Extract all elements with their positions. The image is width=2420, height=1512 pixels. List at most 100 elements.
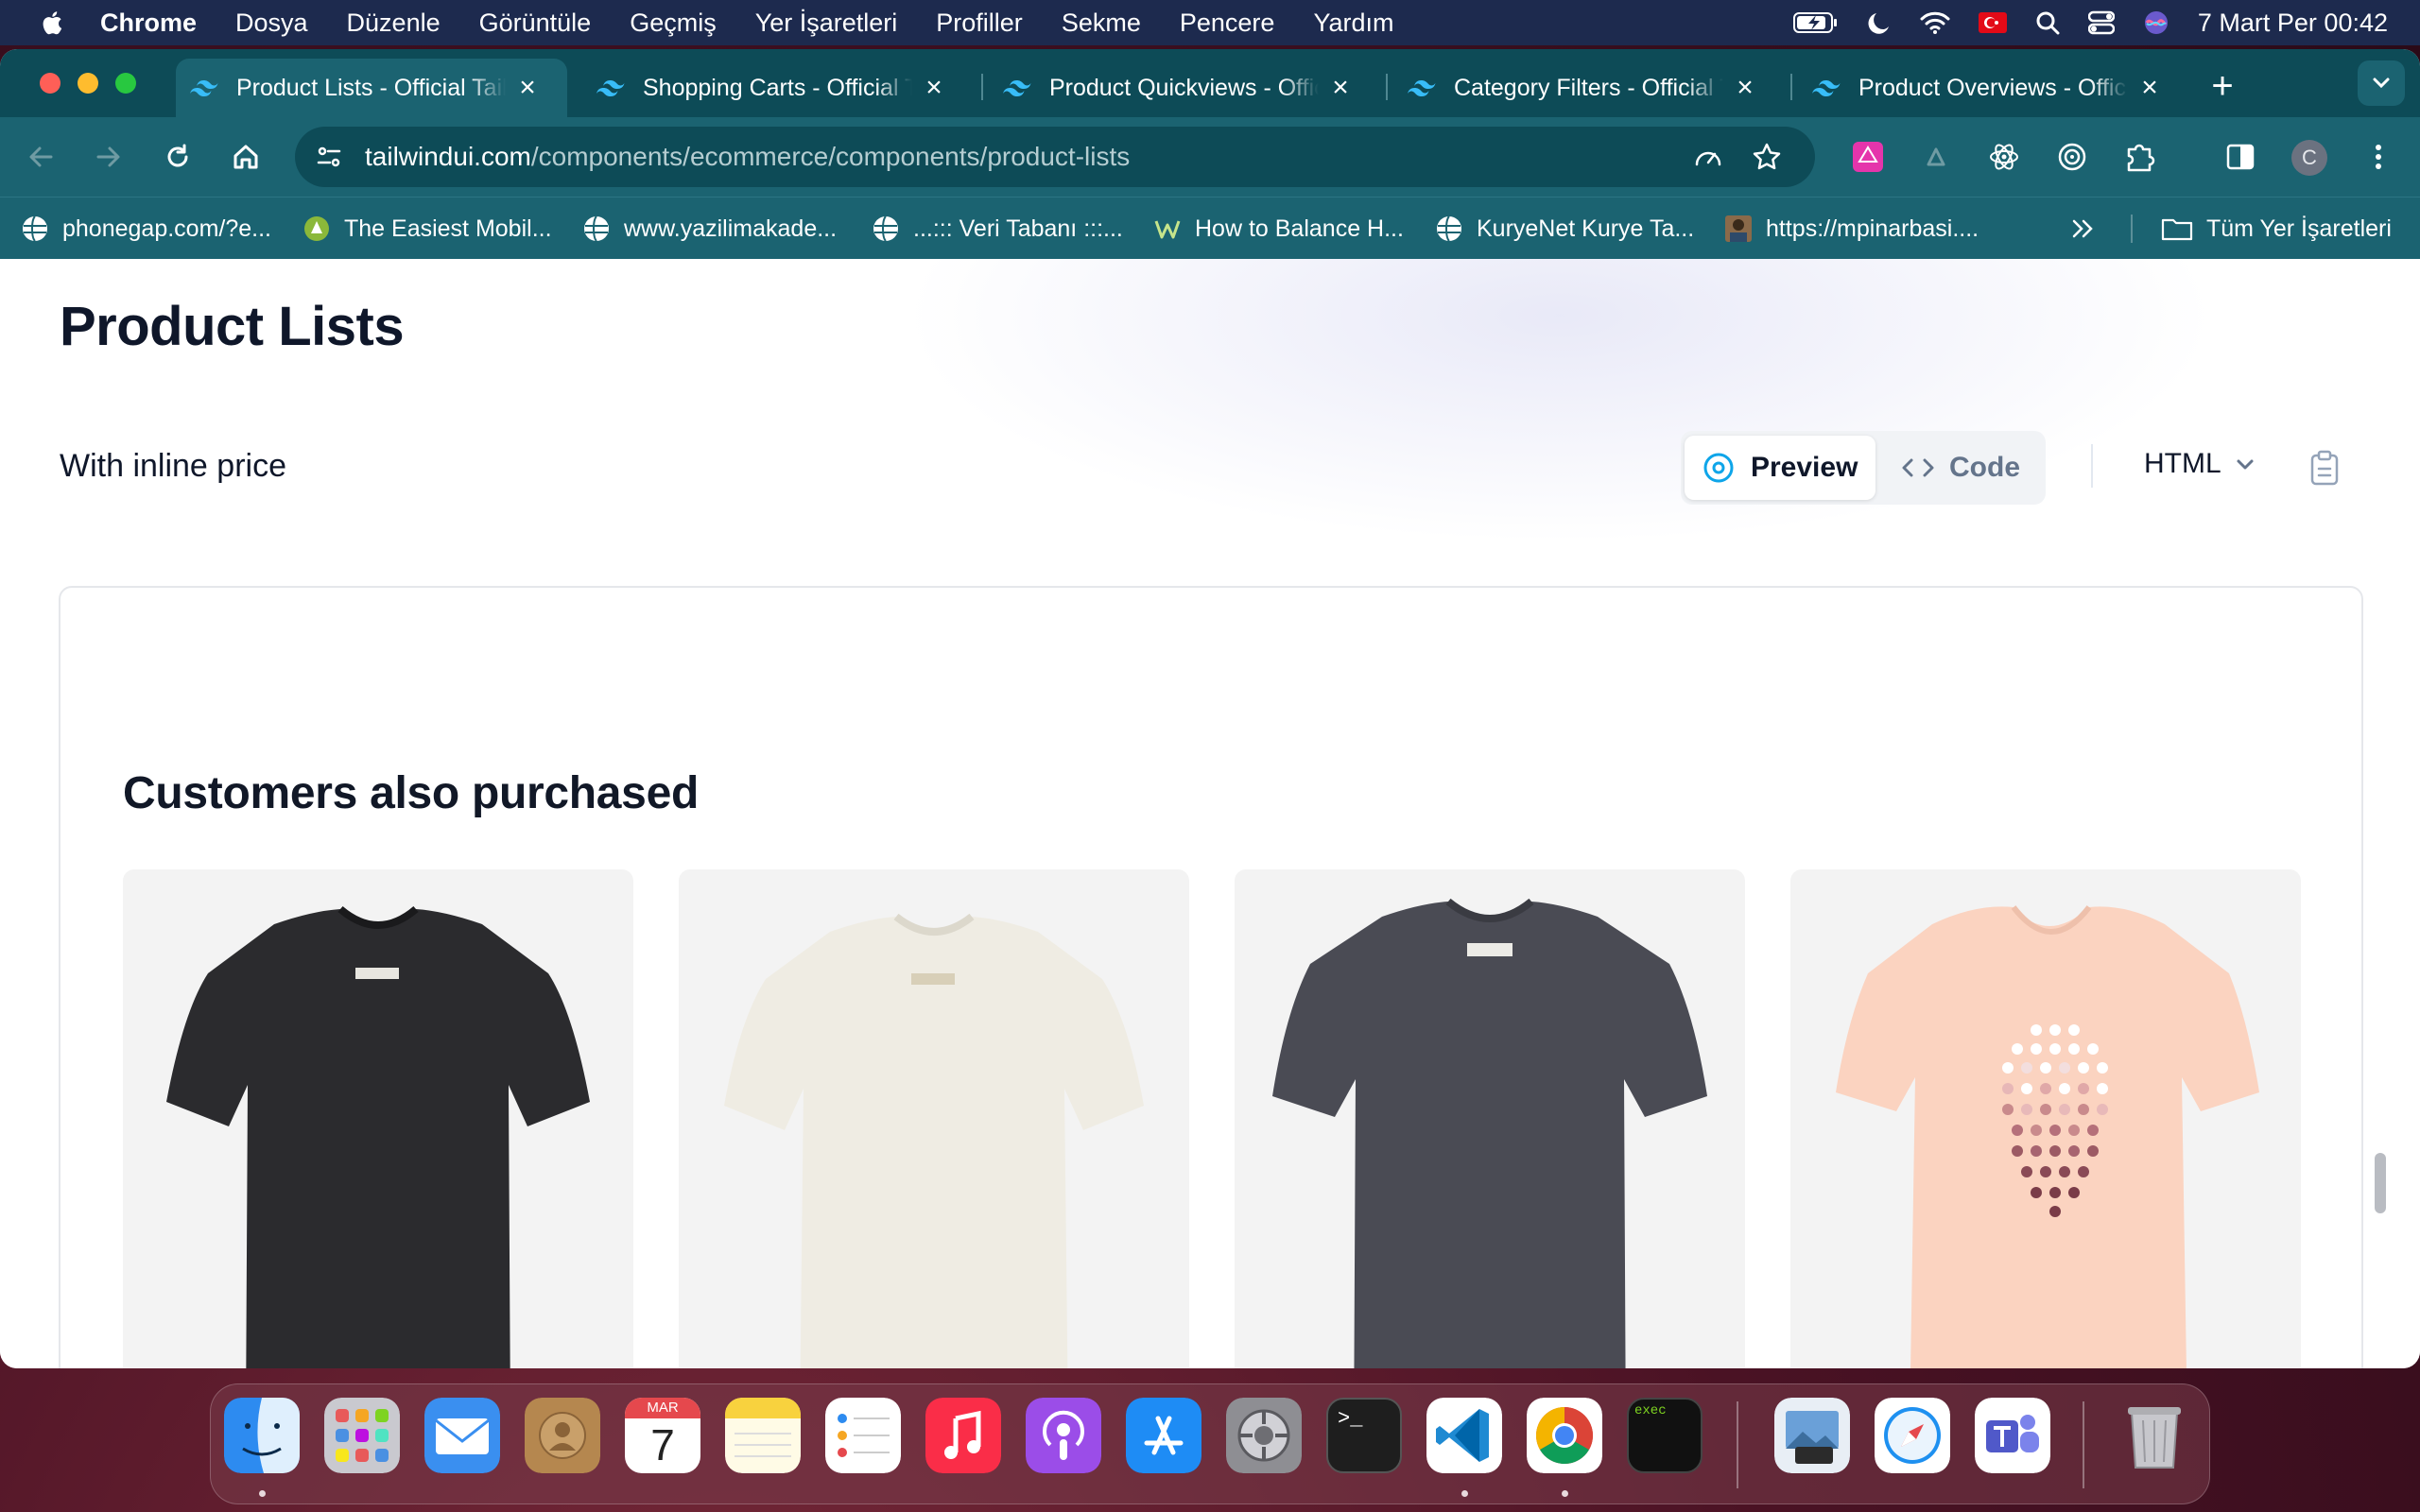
vscode-icon[interactable]	[1426, 1398, 1502, 1473]
tab-close-icon[interactable]: ×	[1731, 72, 1759, 104]
product-card[interactable]	[123, 869, 633, 1368]
turkish-flag-icon[interactable]	[1978, 12, 2007, 33]
tab-category-filters[interactable]: Category Filters - Official Tailwind ×	[1393, 59, 1785, 117]
bookmark-item[interactable]: phonegap.com/?e...	[21, 198, 271, 260]
bookmark-label: www.yazilimakade...	[624, 215, 838, 242]
finder-icon[interactable]	[224, 1398, 300, 1473]
page-scrollbar-thumb[interactable]	[2375, 1153, 2386, 1213]
menu-duzenle[interactable]: Düzenle	[347, 9, 441, 38]
notes-icon[interactable]	[725, 1398, 801, 1473]
close-window-button[interactable]	[40, 73, 60, 94]
extension-graphql-icon[interactable]	[1847, 136, 1889, 178]
extensions-puzzle-icon[interactable]	[2119, 136, 2161, 178]
calendar-icon[interactable]: MAR 7	[625, 1398, 700, 1473]
control-center-icon[interactable]	[2087, 10, 2115, 35]
menu-sekme[interactable]: Sekme	[1062, 9, 1141, 38]
menu-clock[interactable]: 7 Mart Per 00:42	[2198, 9, 2388, 38]
bookmark-item[interactable]: www.yazilimakade...	[582, 198, 837, 260]
music-icon[interactable]	[925, 1398, 1001, 1473]
dock-running-indicator	[1562, 1490, 1568, 1497]
bookmark-separator	[2131, 215, 2133, 243]
battery-icon[interactable]	[1792, 10, 1839, 35]
new-tab-button[interactable]: +	[2199, 62, 2246, 110]
zoom-window-button[interactable]	[115, 73, 136, 94]
preview-app-icon[interactable]	[1774, 1398, 1850, 1473]
bookmark-item[interactable]: https://mpinarbasi....	[1724, 198, 1979, 260]
chevron-down-icon	[2237, 459, 2254, 470]
menu-bar: Chrome Dosya Düzenle Görüntüle Geçmiş Ye…	[0, 0, 2420, 45]
tab-product-overviews[interactable]: Product Overviews - Official ×	[1798, 59, 2189, 117]
code-tab[interactable]: Code	[1900, 436, 2020, 500]
tab-close-icon[interactable]: ×	[513, 72, 542, 104]
siri-icon[interactable]	[2143, 9, 2169, 36]
home-icon[interactable]	[223, 134, 268, 180]
product-card[interactable]	[679, 869, 1189, 1368]
bookmark-item[interactable]: How to Balance H...	[1153, 198, 1404, 260]
back-arrow-icon[interactable]	[19, 134, 64, 180]
bookmark-item[interactable]: KuryeNet Kurye Ta...	[1435, 198, 1694, 260]
contacts-icon[interactable]	[525, 1398, 600, 1473]
tab-search-button[interactable]	[2358, 60, 2405, 106]
chrome-icon[interactable]	[1527, 1398, 1602, 1473]
exec-script-icon[interactable]: exec	[1627, 1398, 1703, 1473]
wifi-icon[interactable]	[1920, 10, 1950, 35]
minimize-window-button[interactable]	[78, 73, 98, 94]
tab-shopping-carts[interactable]: Shopping Carts - Official Tailwind ×	[582, 59, 974, 117]
menu-pencere[interactable]: Pencere	[1180, 9, 1275, 38]
view-toggle: Preview Code	[1681, 431, 2046, 505]
menu-yardim[interactable]: Yardım	[1313, 9, 1393, 38]
chevron-double-right-icon[interactable]	[2066, 215, 2100, 243]
tab-close-icon[interactable]: ×	[1326, 72, 1355, 104]
tab-separator	[1386, 74, 1388, 100]
podcasts-icon[interactable]	[1026, 1398, 1101, 1473]
reminders-icon[interactable]	[825, 1398, 901, 1473]
apple-icon[interactable]	[40, 8, 66, 38]
spotlight-search-icon[interactable]	[2035, 10, 2060, 35]
system-settings-icon[interactable]	[1226, 1398, 1302, 1473]
tab-strip: Product Lists - Official Tailwind × Shop…	[0, 49, 2420, 117]
performance-gauge-icon[interactable]	[1692, 142, 1724, 172]
all-bookmarks-folder[interactable]: Tüm Yer İşaretleri	[2161, 198, 2392, 260]
menu-gecmis[interactable]: Geçmiş	[630, 9, 717, 38]
tab-product-quickviews[interactable]: Product Quickviews - Official ×	[989, 59, 1380, 117]
reload-icon[interactable]	[155, 134, 200, 180]
terminal-icon[interactable]: >_	[1326, 1398, 1402, 1473]
extension-recycle-icon[interactable]	[1915, 136, 1957, 178]
forward-arrow-icon[interactable]	[85, 134, 130, 180]
tab-close-icon[interactable]: ×	[920, 72, 948, 104]
menu-goruntule[interactable]: Görüntüle	[479, 9, 592, 38]
more-menu-icon[interactable]	[2358, 136, 2399, 178]
menu-dosya[interactable]: Dosya	[235, 9, 308, 38]
mail-icon[interactable]	[424, 1398, 500, 1473]
preview-tab[interactable]: Preview	[1685, 436, 1876, 500]
folder-icon	[2161, 218, 2193, 241]
profile-avatar[interactable]: C	[2291, 140, 2327, 176]
bookmark-item[interactable]: ...::: Veri Tabanı :::...	[872, 198, 1123, 260]
address-bar[interactable]: tailwindui.com/components/ecommerce/comp…	[295, 127, 1815, 187]
product-card[interactable]	[1790, 869, 2301, 1368]
site-settings-icon[interactable]	[314, 142, 344, 172]
menu-app-name[interactable]: Chrome	[100, 9, 197, 38]
chevron-down-icon	[2373, 77, 2390, 89]
bookmark-star-icon[interactable]	[1751, 141, 1783, 173]
tab-close-icon[interactable]: ×	[2135, 72, 2164, 104]
bookmark-label: KuryeNet Kurye Ta...	[1477, 215, 1695, 242]
launchpad-icon[interactable]	[324, 1398, 400, 1473]
moon-icon[interactable]	[1867, 10, 1892, 35]
extension-react-icon[interactable]	[1983, 136, 2025, 178]
extension-target-icon[interactable]	[2051, 136, 2093, 178]
bookmark-item[interactable]: The Easiest Mobil...	[302, 198, 552, 260]
teams-icon[interactable]	[1975, 1398, 2050, 1473]
tab-title: Product Lists - Official Tailwind	[236, 74, 506, 101]
clipboard-icon[interactable]	[2308, 450, 2341, 486]
safari-icon[interactable]	[1875, 1398, 1950, 1473]
tab-product-lists[interactable]: Product Lists - Official Tailwind ×	[176, 59, 567, 117]
side-panel-icon[interactable]	[2220, 136, 2261, 178]
language-select[interactable]: HTML	[2144, 448, 2256, 480]
menu-profiller[interactable]: Profiller	[936, 9, 1023, 38]
product-card[interactable]	[1235, 869, 1745, 1368]
dock-separator	[1737, 1401, 1738, 1488]
menu-yer-isaretleri[interactable]: Yer İşaretleri	[755, 9, 898, 38]
trash-icon[interactable]	[2117, 1398, 2192, 1473]
app-store-icon[interactable]	[1126, 1398, 1201, 1473]
